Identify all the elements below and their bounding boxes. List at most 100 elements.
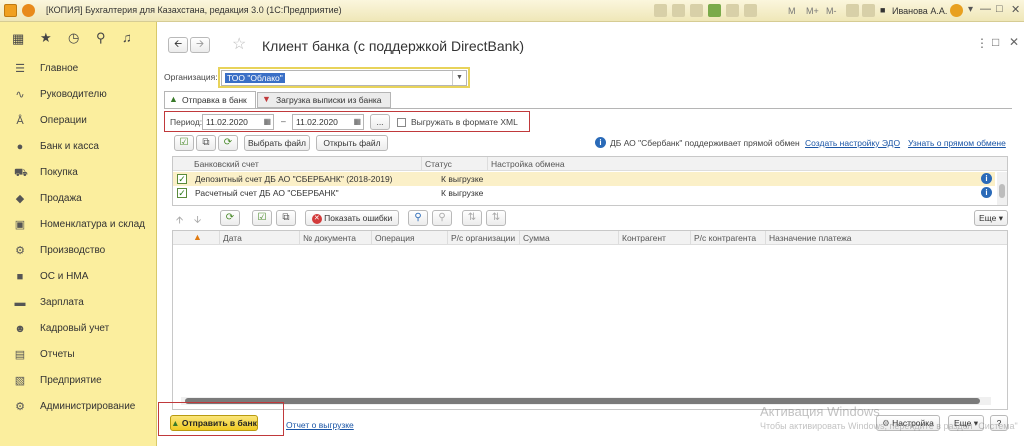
- sidebar-item-reports[interactable]: ▤ Отчеты: [0, 343, 157, 369]
- sidebar-item-sale[interactable]: ◆ Продажа: [0, 187, 157, 213]
- sidebar-item-hr[interactable]: ☻ Кадровый учет: [0, 317, 157, 343]
- more-actions-icon[interactable]: ⋮: [976, 36, 988, 50]
- calendar-icon[interactable]: ▦: [353, 115, 361, 129]
- info-icon[interactable]: i: [981, 173, 992, 184]
- more-button-bottom[interactable]: Еще ▾: [948, 415, 984, 431]
- chevron-down-icon[interactable]: ▾: [968, 4, 973, 15]
- document-icon[interactable]: [726, 4, 739, 17]
- back-arrow-icon[interactable]: 🡨: [168, 37, 188, 53]
- col-doc-number[interactable]: № документа: [299, 231, 356, 245]
- export-report-link[interactable]: Отчет о выгрузке: [286, 420, 354, 430]
- find-clear-icon[interactable]: ⚲: [432, 210, 452, 226]
- sale-icon: ◆: [15, 193, 25, 205]
- col-payment-purpose[interactable]: Назначение платежа: [765, 231, 852, 245]
- date-to-field[interactable]: 11.02.2020 ▦: [292, 114, 364, 130]
- sidebar-item-bank[interactable]: ● Банк и касса: [0, 135, 157, 161]
- sidebar-item-purchase[interactable]: ⛟ Покупка: [0, 161, 157, 187]
- maximize-icon[interactable]: □: [996, 3, 1003, 15]
- memory-m-plus[interactable]: M+: [806, 6, 819, 16]
- col-exchange[interactable]: Настройка обмена: [487, 157, 565, 171]
- table-row[interactable]: ✓ Расчетный счет ДБ АО "СБЕРБАНК" К выгр…: [173, 186, 995, 200]
- app-logo-icon[interactable]: [4, 4, 17, 17]
- add-icon[interactable]: [708, 4, 721, 17]
- sidebar-item-production[interactable]: ⚙ Производство: [0, 239, 157, 265]
- col-counterparty-account[interactable]: Р/с контрагента: [690, 231, 756, 245]
- scrollbar-thumb[interactable]: [185, 398, 980, 404]
- user-name[interactable]: Иванова А.А.: [892, 6, 947, 16]
- period-select-button[interactable]: ...: [370, 114, 390, 130]
- print-icon[interactable]: [672, 4, 685, 17]
- sort-desc-icon[interactable]: ⇅: [486, 210, 506, 226]
- settings-button[interactable]: ⚙ Настройка: [876, 415, 940, 431]
- sidebar-item-main[interactable]: ☰ Главное: [0, 57, 157, 83]
- link-create-edo[interactable]: Создать настройку ЭДО: [805, 138, 900, 148]
- check-all-icon[interactable]: ☑: [252, 210, 272, 226]
- col-status[interactable]: Статус: [421, 157, 452, 171]
- open-file-button[interactable]: Открыть файл: [316, 135, 388, 151]
- sidebar-item-warehouse[interactable]: ▣ Номенклатура и склад: [0, 213, 157, 239]
- calculator-icon[interactable]: [744, 4, 757, 17]
- star-icon[interactable]: ★: [40, 30, 52, 46]
- col-sum[interactable]: Сумма: [519, 231, 550, 245]
- help-button[interactable]: ?: [990, 415, 1008, 431]
- send-to-bank-button[interactable]: ▲ Отправить в банк: [170, 415, 258, 431]
- close-icon[interactable]: ✕: [1011, 3, 1020, 16]
- sidebar-item-assets[interactable]: ■ ОС и НМА: [0, 265, 157, 291]
- date-from-field[interactable]: 11.02.2020 ▦: [202, 114, 274, 130]
- restore-icon[interactable]: □: [992, 35, 999, 49]
- table-row[interactable]: ✓ Депозитный счет ДБ АО "СБЕРБАНК" (2018…: [173, 172, 995, 186]
- forward-arrow-icon[interactable]: 🡪: [190, 37, 210, 53]
- move-down-icon[interactable]: 🡫: [194, 213, 201, 230]
- minimize-icon[interactable]: —: [980, 3, 991, 15]
- history-icon[interactable]: ◷: [68, 30, 79, 46]
- tab-import[interactable]: ▼ Загрузка выписки из банка: [257, 92, 391, 108]
- sidebar-item-enterprise[interactable]: ▧ Предприятие: [0, 369, 157, 395]
- refresh-icon[interactable]: ⟳: [220, 210, 240, 226]
- row-checkbox[interactable]: ✓: [177, 174, 187, 184]
- find-icon[interactable]: ⚲: [408, 210, 428, 226]
- xml-checkbox[interactable]: [397, 118, 406, 127]
- link-direct-exchange[interactable]: Узнать о прямом обмене: [908, 138, 1006, 148]
- favorite-star-icon[interactable]: ☆: [232, 34, 246, 54]
- assets-icon: ■: [16, 271, 24, 283]
- info-icon[interactable]: [950, 4, 963, 17]
- bell-icon[interactable]: ♫: [122, 30, 132, 45]
- refresh-icon[interactable]: ⟳: [218, 135, 238, 151]
- info-icon[interactable]: i: [981, 187, 992, 198]
- sidebar-item-manager[interactable]: ∿ Руководителю: [0, 83, 157, 109]
- select-file-button[interactable]: Выбрать файл: [244, 135, 310, 151]
- row-checkbox[interactable]: ✓: [177, 188, 187, 198]
- memory-m-minus[interactable]: M-: [826, 6, 837, 16]
- more-button[interactable]: Еще ▾: [974, 210, 1008, 226]
- calendar-icon[interactable]: ▦: [263, 115, 271, 129]
- org-dropdown-icon[interactable]: ▼: [452, 71, 466, 85]
- panel-icon[interactable]: [862, 4, 875, 17]
- show-errors-button[interactable]: ✕ Показать ошибки: [305, 210, 399, 226]
- col-account[interactable]: Банковский счет: [191, 157, 259, 171]
- sort-asc-icon[interactable]: ⇅: [462, 210, 482, 226]
- copy-icon[interactable]: ⧉: [276, 210, 296, 226]
- sidebar-item-salary[interactable]: ▬ Зарплата: [0, 291, 157, 317]
- copy-icon[interactable]: ⧉: [196, 135, 216, 151]
- sidebar-item-operations[interactable]: Å Операции: [0, 109, 157, 135]
- tab-send[interactable]: ▲ Отправка в банк: [164, 91, 256, 108]
- move-up-icon[interactable]: 🡩: [176, 213, 183, 230]
- org-field[interactable]: ТОО "Облако" ▼: [221, 70, 467, 86]
- menu-dropdown-icon[interactable]: [22, 4, 35, 17]
- sidebar-item-admin[interactable]: ⚙ Администрирование: [0, 395, 157, 421]
- documents-hscrollbar[interactable]: [181, 397, 991, 405]
- memory-m[interactable]: M: [788, 6, 796, 16]
- col-date[interactable]: Дата: [219, 231, 242, 245]
- apps-grid-icon[interactable]: ▦: [12, 31, 24, 47]
- col-counterparty[interactable]: Контрагент: [618, 231, 666, 245]
- back-icon[interactable]: [654, 4, 667, 17]
- close-form-icon[interactable]: ✕: [1009, 35, 1019, 49]
- col-org-account[interactable]: Р/с организации: [447, 231, 515, 245]
- scrollbar-thumb[interactable]: [999, 184, 1005, 198]
- save-icon[interactable]: [690, 4, 703, 17]
- check-all-icon[interactable]: ☑: [174, 135, 194, 151]
- col-operation[interactable]: Операция: [371, 231, 415, 245]
- accounts-scrollbar[interactable]: [997, 172, 1007, 205]
- search-icon[interactable]: ⚲: [96, 30, 106, 46]
- zoom-icon[interactable]: [846, 4, 859, 17]
